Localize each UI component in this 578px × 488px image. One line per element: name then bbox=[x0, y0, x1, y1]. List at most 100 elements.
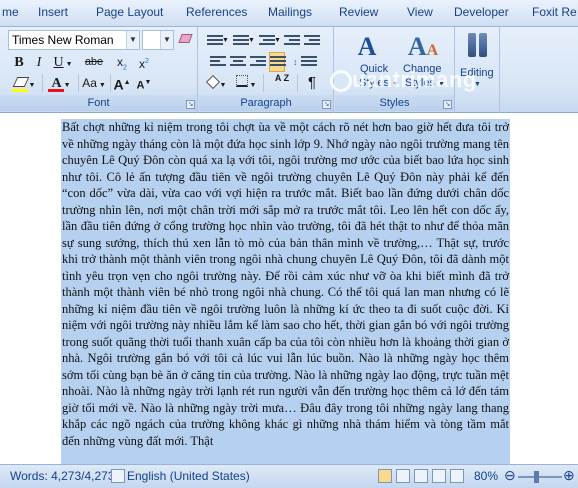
tab-foxit-reader[interactable]: Foxit Re bbox=[532, 5, 577, 19]
status-bar: Words: 4,273/4,273 English (United State… bbox=[0, 464, 578, 488]
zoom-in-button[interactable]: ⊕ bbox=[563, 467, 575, 484]
font-color-button[interactable]: A ▼ bbox=[46, 73, 76, 93]
chevron-down-icon: ▼ bbox=[26, 82, 36, 89]
bold-icon: B bbox=[14, 55, 24, 70]
proofing-icon[interactable] bbox=[111, 469, 125, 483]
bold-button[interactable]: B bbox=[10, 52, 28, 72]
font-name-combo[interactable]: Times New Roman ▼ bbox=[8, 30, 140, 50]
tab-mailings[interactable]: Mailings bbox=[268, 5, 312, 19]
word-count[interactable]: Words: 4,273/4,273 bbox=[10, 469, 115, 483]
bullets-icon bbox=[207, 35, 223, 49]
grow-font-button[interactable]: A▲ bbox=[112, 73, 132, 93]
font-name-value: Times New Roman bbox=[12, 33, 114, 47]
outline-icon[interactable] bbox=[432, 469, 446, 483]
watermark-text: uantrimang bbox=[352, 67, 477, 92]
separator bbox=[42, 74, 43, 92]
show-hide-marks-button[interactable]: ¶ bbox=[303, 73, 321, 93]
chevron-down-icon[interactable]: ▼ bbox=[126, 31, 139, 49]
line-spacing-button[interactable]: ↕ bbox=[293, 52, 321, 72]
full-screen-reading-icon[interactable] bbox=[396, 469, 410, 483]
italic-button[interactable]: I bbox=[30, 52, 48, 72]
shading-button[interactable]: ▼ bbox=[205, 73, 229, 93]
font-group-label: Font bbox=[0, 95, 197, 111]
tab-developer[interactable]: Developer bbox=[454, 5, 509, 19]
shrink-font-button[interactable]: A▼ bbox=[134, 73, 154, 93]
paragraph-group: ▼ ▼ ▼ ↕ ▼ ▼ A Z ¶ Paragraph ↘ bbox=[199, 27, 334, 113]
multilevel-list-button[interactable]: ▼ bbox=[257, 31, 281, 51]
change-styles-icon: AA bbox=[407, 32, 439, 61]
document-paragraph: Bất chợt những kỉ niệm trong tôi chợt ùa… bbox=[62, 120, 509, 448]
subscript-button[interactable]: x2 bbox=[112, 52, 132, 72]
align-center-icon bbox=[230, 56, 246, 70]
separator bbox=[263, 74, 264, 92]
numbering-button[interactable]: ▼ bbox=[231, 31, 255, 51]
justify-icon bbox=[270, 56, 286, 70]
superscript-button[interactable]: x2 bbox=[134, 52, 154, 72]
tab-page-layout[interactable]: Page Layout bbox=[96, 5, 163, 19]
language-indicator[interactable]: English (United States) bbox=[127, 469, 250, 483]
ribbon: Times New Roman ▼ ▼ B I U ▼ abe x2 x2 ▼ … bbox=[0, 27, 578, 113]
decrease-indent-button[interactable] bbox=[283, 31, 301, 51]
web-layout-icon[interactable] bbox=[414, 469, 428, 483]
increase-indent-icon bbox=[304, 35, 320, 49]
borders-button[interactable]: ▼ bbox=[233, 73, 259, 93]
chevron-down-icon: ▼ bbox=[222, 37, 229, 44]
zoom-slider-thumb[interactable] bbox=[534, 471, 539, 483]
text-highlight-button[interactable]: ▼ bbox=[10, 73, 40, 93]
underline-button[interactable]: U ▼ bbox=[50, 52, 76, 72]
align-left-button[interactable] bbox=[209, 52, 226, 72]
tab-review[interactable]: Review bbox=[339, 5, 378, 19]
tab-insert[interactable]: Insert bbox=[38, 5, 68, 19]
paragraph-group-label: Paragraph bbox=[199, 95, 333, 111]
tab-home[interactable]: me bbox=[2, 5, 19, 19]
align-right-icon bbox=[250, 56, 266, 70]
change-case-button[interactable]: Aa ▼ bbox=[80, 73, 108, 93]
bullets-button[interactable]: ▼ bbox=[205, 31, 229, 51]
ribbon-tabs: me Insert Page Layout References Mailing… bbox=[0, 0, 578, 27]
binoculars-icon bbox=[468, 33, 488, 59]
underline-icon: U bbox=[53, 55, 64, 70]
tab-view[interactable]: View bbox=[407, 5, 433, 19]
sort-button[interactable]: A Z bbox=[271, 73, 293, 93]
font-group: Times New Roman ▼ ▼ B I U ▼ abe x2 x2 ▼ … bbox=[0, 27, 198, 113]
zoom-out-button[interactable]: ⊖ bbox=[504, 467, 516, 484]
grow-font-icon: A bbox=[113, 76, 124, 93]
paragraph-dialog-launcher[interactable]: ↘ bbox=[322, 100, 331, 109]
align-left-icon bbox=[210, 56, 226, 70]
decrease-indent-icon bbox=[284, 35, 300, 49]
borders-icon bbox=[235, 75, 248, 87]
chevron-down-icon: ▼ bbox=[247, 82, 257, 89]
line-spacing-icon bbox=[301, 56, 317, 70]
increase-indent-button[interactable] bbox=[303, 31, 321, 51]
styles-group-label: Styles bbox=[335, 95, 454, 111]
chevron-down-icon[interactable]: ▼ bbox=[160, 31, 173, 49]
font-size-combo[interactable]: ▼ bbox=[142, 30, 174, 50]
selected-document-text[interactable]: Bất chợt những kỉ niệm trong tôi chợt ùa… bbox=[61, 119, 510, 465]
zoom-level[interactable]: 80% bbox=[474, 469, 498, 483]
separator bbox=[110, 74, 111, 92]
separator bbox=[78, 74, 79, 92]
quick-styles-icon: A bbox=[357, 32, 377, 61]
tab-references[interactable]: References bbox=[186, 5, 247, 19]
chevron-down-icon: ▼ bbox=[61, 82, 71, 89]
print-layout-icon[interactable] bbox=[378, 469, 392, 483]
chevron-down-icon: ▼ bbox=[96, 82, 106, 89]
chevron-down-icon: ▼ bbox=[63, 61, 73, 68]
shrink-font-icon: A bbox=[136, 79, 145, 92]
eraser-icon bbox=[177, 34, 193, 43]
justify-button[interactable] bbox=[269, 52, 286, 72]
zoom-slider[interactable] bbox=[518, 471, 562, 483]
font-dialog-launcher[interactable]: ↘ bbox=[186, 100, 195, 109]
chevron-down-icon: ▼ bbox=[274, 37, 281, 44]
align-center-button[interactable] bbox=[229, 52, 246, 72]
strikethrough-button[interactable]: abe bbox=[80, 52, 108, 72]
chevron-down-icon: ▼ bbox=[248, 37, 255, 44]
draft-icon[interactable] bbox=[450, 469, 464, 483]
italic-icon: I bbox=[36, 55, 42, 70]
align-right-button[interactable] bbox=[249, 52, 266, 72]
styles-dialog-launcher[interactable]: ↘ bbox=[443, 100, 452, 109]
watermark-logo: uantrimang bbox=[330, 67, 477, 93]
clear-formatting-button[interactable] bbox=[176, 30, 194, 50]
change-case-icon: Aa bbox=[82, 76, 97, 90]
multilevel-list-icon bbox=[259, 35, 275, 49]
